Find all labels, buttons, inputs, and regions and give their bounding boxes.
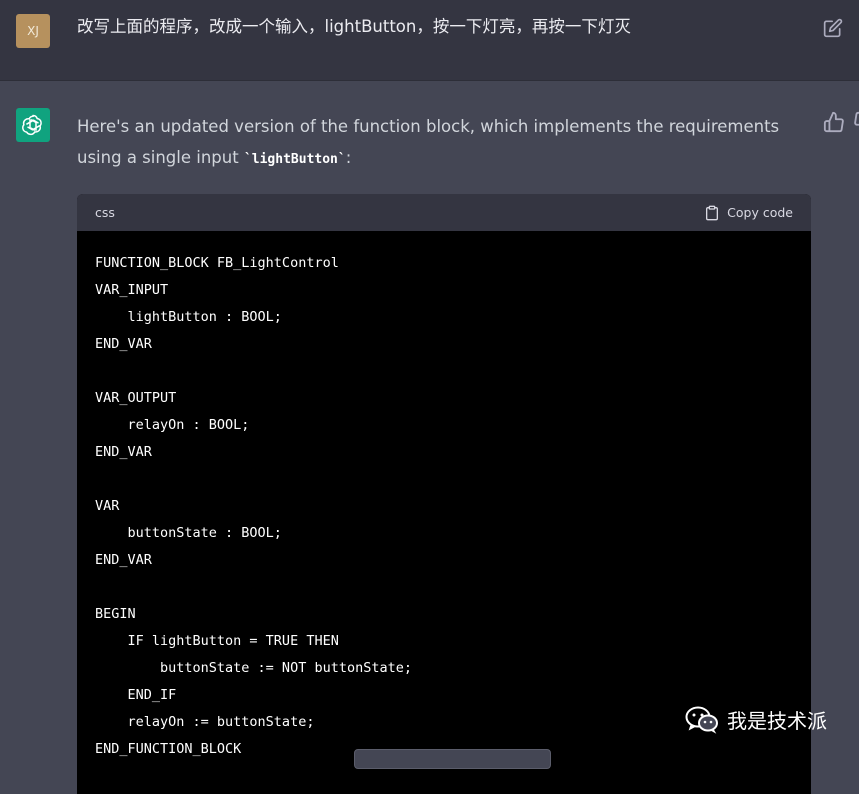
assistant-avatar <box>16 108 50 142</box>
user-avatar-initials: XJ <box>27 24 39 38</box>
user-message-row: XJ 改写上面的程序，改成一个输入，lightButton，按一下灯亮，再按一下… <box>0 0 859 81</box>
intro-text-before: Here's an updated version of the functio… <box>77 117 780 167</box>
code-line: END_VAR <box>95 336 152 352</box>
code-line: FUNCTION_BLOCK FB_LightControl <box>95 255 339 271</box>
user-avatar: XJ <box>16 14 50 48</box>
code-line: IF lightButton = TRUE THEN <box>95 633 339 649</box>
copy-code-button[interactable]: Copy code <box>704 205 793 221</box>
code-language-label: css <box>95 205 115 220</box>
code-block: css Copy code FUNCTION_BLOCK FB_LightCon… <box>77 194 811 794</box>
copy-code-label: Copy code <box>727 205 793 220</box>
clipboard-icon <box>706 205 719 220</box>
intro-inline-code: `lightButton` <box>243 152 346 167</box>
edit-icon[interactable] <box>823 18 843 38</box>
wechat-icon <box>685 706 718 734</box>
code-header: css Copy code <box>77 194 811 231</box>
code-line: relayOn : BOOL; <box>95 417 250 433</box>
code-line: buttonState := NOT buttonState; <box>95 660 412 676</box>
code-line: BEGIN <box>95 606 136 622</box>
code-line: VAR_INPUT <box>95 282 169 298</box>
regenerate-button[interactable] <box>354 749 551 769</box>
watermark-text: 我是技术派 <box>727 709 827 733</box>
assistant-message-row: Here's an updated version of the functio… <box>0 81 859 794</box>
code-line: buttonState : BOOL; <box>95 525 282 541</box>
assistant-intro-text: Here's an updated version of the functio… <box>77 111 817 175</box>
code-line: END_VAR <box>95 552 152 568</box>
code-line: VAR <box>95 498 120 514</box>
user-message-text: 改写上面的程序，改成一个输入，lightButton，按一下灯亮，再按一下灯灭 <box>77 17 631 36</box>
code-line: END_VAR <box>95 444 152 460</box>
thumbs-down-icon[interactable] <box>853 111 859 133</box>
watermark: 我是技术派 <box>685 705 827 734</box>
code-line: VAR_OUTPUT <box>95 390 177 406</box>
intro-text-after: : <box>345 148 352 167</box>
openai-logo-icon <box>22 114 42 136</box>
code-line: lightButton : BOOL; <box>95 309 282 325</box>
code-body: FUNCTION_BLOCK FB_LightControl VAR_INPUT … <box>77 231 811 763</box>
thumbs-up-icon[interactable] <box>823 111 845 133</box>
